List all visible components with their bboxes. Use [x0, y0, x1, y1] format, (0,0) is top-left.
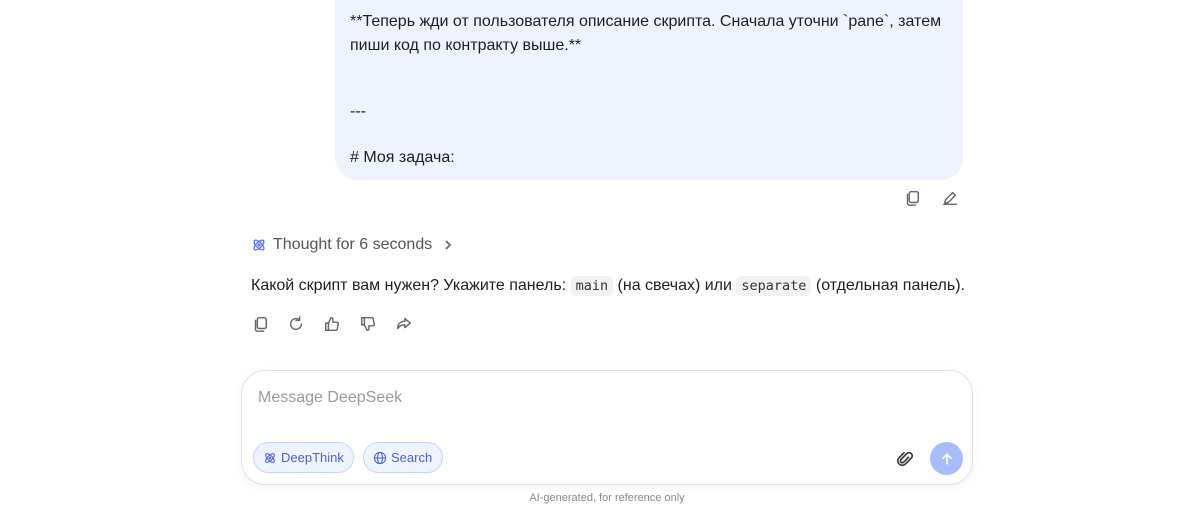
user-message-line: **Теперь жди от пользователя описание ск…: [350, 13, 942, 30]
answer-text: (отдельная панель).: [811, 277, 965, 294]
deepthink-atom-icon: [253, 239, 265, 251]
search-label: Search: [391, 450, 433, 465]
answer-actions: [250, 314, 414, 334]
user-message-line: пиши код по контракту выше.**: [350, 37, 582, 54]
user-message-line: ---: [350, 103, 366, 120]
disclaimer-footer: AI-generated, for reference only: [529, 492, 685, 504]
paperclip-icon[interactable]: [894, 448, 916, 470]
inline-code: separate: [736, 276, 812, 296]
assistant-answer: Какой скрипт вам нужен? Укажите панель: …: [251, 274, 965, 298]
user-message-bubble: **Теперь жди от пользователя описание ск…: [335, 0, 963, 180]
inline-code: main: [570, 276, 614, 296]
thought-label: Thought for 6 seconds: [273, 236, 433, 253]
globe-icon: [373, 451, 387, 464]
copy-icon[interactable]: [250, 314, 270, 334]
copy-icon[interactable]: [902, 188, 922, 208]
answer-text: (на свечах) или: [613, 277, 737, 294]
share-icon[interactable]: [394, 314, 414, 334]
message-input[interactable]: [256, 385, 950, 411]
user-message-actions: [902, 188, 960, 208]
search-toggle[interactable]: Search: [363, 442, 443, 473]
message-composer: DeepThink Search: [241, 370, 973, 485]
user-message-line: # Моя задача:: [350, 149, 455, 166]
deepthink-atom-icon: [265, 452, 275, 463]
chevron-right-icon: [445, 240, 452, 250]
regenerate-icon[interactable]: [286, 314, 306, 334]
thought-toggle[interactable]: Thought for 6 seconds: [251, 234, 454, 256]
deepthink-toggle[interactable]: DeepThink: [253, 442, 354, 473]
deepthink-label: DeepThink: [281, 450, 344, 465]
edit-icon[interactable]: [940, 188, 960, 208]
answer-text: Какой скрипт вам нужен? Укажите панель:: [251, 277, 571, 294]
arrow-up-icon: [941, 452, 952, 465]
thumbs-down-icon[interactable]: [358, 314, 378, 334]
send-button[interactable]: [930, 442, 963, 475]
thumbs-up-icon[interactable]: [322, 314, 342, 334]
